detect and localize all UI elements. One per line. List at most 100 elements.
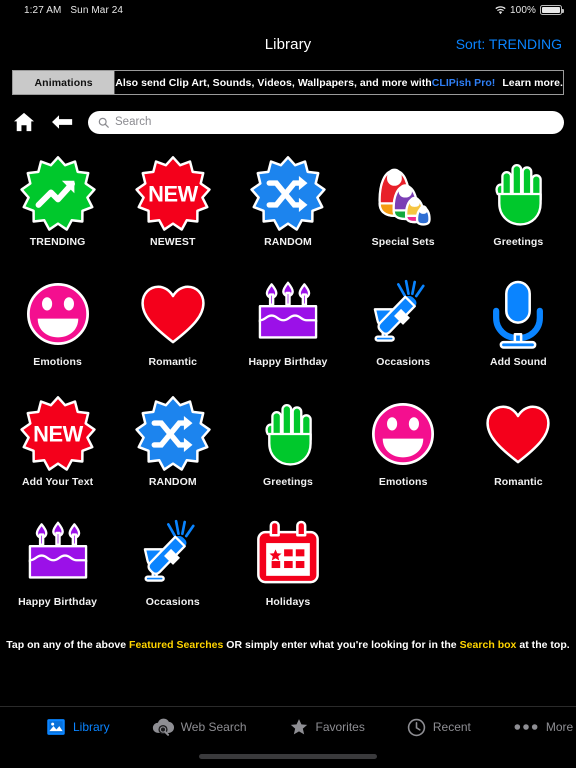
grid-item-label: RANDOM: [264, 236, 312, 248]
shuffle-badge-icon: [249, 155, 327, 233]
grid-item-label: Greetings: [263, 476, 313, 488]
banner-message[interactable]: Also send Clip Art, Sounds, Videos, Wall…: [115, 71, 563, 94]
tab-bar: Library Web Search Favorites Recent More: [0, 706, 576, 768]
hint-part3: at the top.: [516, 639, 570, 651]
grid-item-label: Holidays: [265, 596, 311, 608]
home-button[interactable]: [12, 111, 36, 133]
promo-banner[interactable]: Animations Also send Clip Art, Sounds, V…: [12, 70, 564, 95]
grid-item[interactable]: Holidays: [230, 507, 345, 625]
photo-library-icon: [46, 717, 66, 737]
tab-label: Favorites: [315, 720, 365, 734]
search-input[interactable]: Search: [88, 110, 564, 134]
grid-item-label: Special Sets: [371, 236, 435, 248]
grid-item-label: NEWEST: [150, 236, 196, 248]
grid-item[interactable]: Happy Birthday: [0, 507, 115, 625]
featured-searches-grid: TRENDING NEW NEWEST RANDOM Special Sets: [0, 139, 576, 625]
clock-icon: [407, 718, 426, 737]
banner-message-prefix: Also send Clip Art, Sounds, Videos, Wall…: [115, 76, 432, 89]
battery-icon: [540, 5, 564, 15]
navigation-bar: Library Sort: TRENDING: [0, 20, 576, 68]
search-toolbar: Search: [0, 105, 576, 139]
grid-item[interactable]: Emotions: [346, 387, 461, 505]
tab-label: Library: [73, 720, 110, 734]
tab-library[interactable]: Library: [46, 717, 110, 737]
grid-item-label: RANDOM: [148, 476, 197, 488]
grid-item-label: TRENDING: [29, 236, 86, 248]
grid-item-label: Occasions: [145, 596, 200, 608]
grid-item[interactable]: Emotions: [0, 267, 115, 385]
grid-item[interactable]: RANDOM: [115, 387, 230, 505]
grid-item[interactable]: Greetings: [461, 147, 576, 265]
new-badge-icon: NEW: [134, 155, 212, 233]
heart-icon: [134, 275, 212, 353]
status-bar: 1:27 AM Sun Mar 24 100%: [0, 0, 576, 20]
tab-recent[interactable]: Recent: [407, 717, 471, 737]
banner-learn-more-link[interactable]: Learn more.: [502, 77, 563, 89]
grid-item-label: Greetings: [493, 236, 544, 248]
grid-item-label: Emotions: [378, 476, 428, 488]
banner-brand-link[interactable]: CLIPish Pro!: [432, 77, 496, 89]
wifi-icon: [495, 5, 506, 14]
home-indicator: [199, 754, 377, 759]
grid-item-label: Add Sound: [489, 356, 547, 368]
champagne-toast-icon: [364, 275, 442, 353]
nesting-dolls-icon: [364, 155, 442, 233]
tab-web-search[interactable]: Web Search: [152, 717, 247, 737]
grid-item-label: Happy Birthday: [18, 596, 98, 608]
grid-item[interactable]: Special Sets: [346, 147, 461, 265]
grid-item-label: Romantic: [494, 476, 543, 488]
tab-label: Web Search: [180, 720, 247, 734]
search-placeholder: Search: [115, 116, 152, 128]
page-title: Library: [264, 35, 312, 53]
status-time: 1:27 AM: [24, 4, 62, 16]
grid-item[interactable]: RANDOM: [230, 147, 345, 265]
grid-item-label: Occasions: [376, 356, 431, 368]
tab-favorites[interactable]: Favorites: [289, 717, 365, 737]
banner-tab-animations[interactable]: Animations: [13, 71, 116, 94]
battery-percent: 100%: [510, 4, 536, 16]
hint-featured-searches: Featured Searches: [129, 639, 224, 651]
grid-item[interactable]: Add Sound: [461, 267, 576, 385]
champagne-toast-icon: [134, 515, 212, 593]
microphone-icon: [479, 275, 557, 353]
tab-label: More: [545, 720, 574, 734]
new-badge-icon: NEW: [19, 395, 97, 473]
grid-item[interactable]: Occasions: [115, 507, 230, 625]
grid-item[interactable]: Happy Birthday: [230, 267, 345, 385]
tab-more[interactable]: More: [513, 717, 573, 737]
cloud-search-icon: [152, 717, 174, 737]
birthday-cake-icon: [19, 515, 97, 593]
svg-text:NEW: NEW: [33, 422, 84, 447]
sort-button[interactable]: Sort: TRENDING: [456, 36, 562, 52]
status-date: Sun Mar 24: [70, 4, 124, 16]
star-icon: [289, 717, 309, 737]
back-arrow-icon: [52, 115, 73, 129]
waving-hand-icon: [479, 155, 557, 233]
grid-item[interactable]: TRENDING: [0, 147, 115, 265]
grid-item[interactable]: NEW Add Your Text: [0, 387, 115, 505]
smiley-face-icon: [19, 275, 97, 353]
birthday-cake-icon: [249, 275, 327, 353]
home-icon: [14, 112, 34, 132]
hint-part2: OR simply enter what you're looking for …: [223, 639, 460, 651]
grid-item-label: Happy Birthday: [248, 356, 328, 368]
smiley-face-icon: [364, 395, 442, 473]
search-icon: [98, 117, 109, 128]
grid-item[interactable]: NEW NEWEST: [115, 147, 230, 265]
trending-badge-icon: [19, 155, 97, 233]
grid-item-label: Add Your Text: [21, 476, 94, 488]
grid-item[interactable]: Romantic: [115, 267, 230, 385]
waving-hand-icon: [249, 395, 327, 473]
grid-item-label: Romantic: [148, 356, 198, 368]
calendar-icon: [249, 515, 327, 593]
hint-search-box: Search box: [459, 639, 517, 651]
grid-item[interactable]: Romantic: [461, 387, 576, 505]
grid-item[interactable]: Greetings: [230, 387, 345, 505]
heart-icon: [479, 395, 557, 473]
grid-item-label: Emotions: [33, 356, 82, 368]
back-button[interactable]: [50, 111, 74, 133]
grid-item[interactable]: Occasions: [346, 267, 461, 385]
status-bar-right: 100%: [495, 4, 564, 16]
shuffle-badge-icon: [134, 395, 212, 473]
hint-part1: Tap on any of the above: [6, 639, 130, 651]
